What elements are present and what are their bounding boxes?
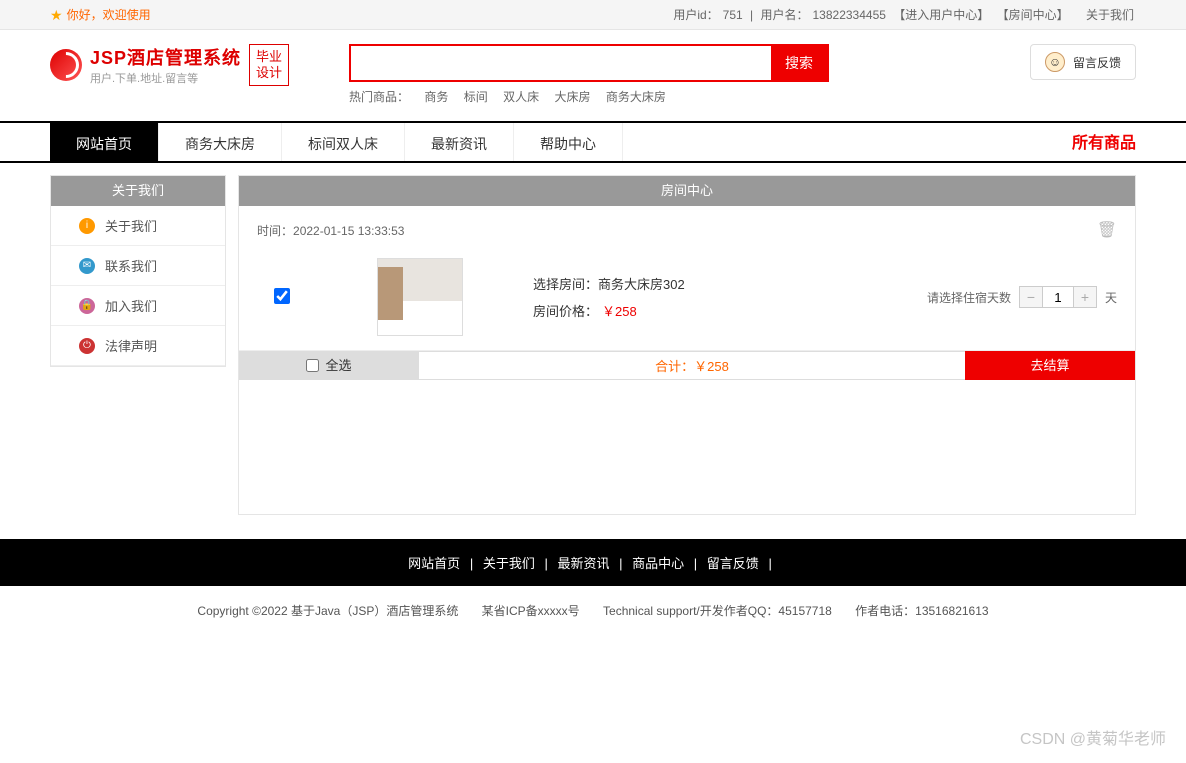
logo-badge: 毕业 设计 xyxy=(249,44,289,85)
greeting: 你好，欢迎使用 xyxy=(67,0,151,30)
sidebar-item-contact[interactable]: ✉ 联系我们 xyxy=(51,246,225,286)
hot-item[interactable]: 标间 xyxy=(464,90,488,104)
info-icon: i xyxy=(79,218,95,234)
room-checkbox[interactable] xyxy=(274,288,290,304)
user-id-label: 用户id： xyxy=(673,8,718,22)
total-row: 全选 合计：￥258 去结算 xyxy=(239,350,1135,380)
star-icon: ★ xyxy=(50,0,63,30)
watermark: CSDN @黄菊华老师 xyxy=(1020,725,1166,749)
logo-text: JSP酒店管理系统 用户.下单.地址.留言等 xyxy=(90,44,241,86)
footer-link[interactable]: 最新资讯 xyxy=(557,556,609,571)
logo-title: JSP酒店管理系统 xyxy=(90,44,241,70)
content-panel: 房间中心 时间：2022-01-15 13:33:53 🗑 选择房间：商务大床房… xyxy=(238,175,1136,515)
nav-news[interactable]: 最新资讯 xyxy=(405,123,514,161)
lock-icon: 🔒 xyxy=(79,298,95,314)
top-bar: ★ 你好，欢迎使用 用户id：751 | 用户名：13822334455 【进入… xyxy=(0,0,1186,30)
username-label: 用户名： xyxy=(760,8,808,22)
feedback-button[interactable]: ☺ 留言反馈 xyxy=(1030,44,1136,80)
room-image xyxy=(377,258,463,336)
time-row: 时间：2022-01-15 13:33:53 🗑 xyxy=(239,206,1135,254)
logo-icon xyxy=(50,49,82,81)
days-label: 请选择住宿天数 xyxy=(927,289,1011,306)
stepper-plus[interactable]: + xyxy=(1074,287,1096,307)
nav-standard-room[interactable]: 标间双人床 xyxy=(282,123,405,161)
footer-nav: 网站首页 | 关于我们 | 最新资讯 | 商品中心 | 留言反馈 | xyxy=(0,539,1186,586)
user-id: 751 xyxy=(723,8,743,22)
footer-link[interactable]: 网站首页 xyxy=(408,556,460,571)
stepper-minus[interactable]: − xyxy=(1020,287,1042,307)
time-text: 时间：2022-01-15 13:33:53 xyxy=(257,222,404,239)
nav-all-products[interactable]: 所有商品 xyxy=(1072,123,1136,161)
search-area: 搜索 热门商品： 商务 标间 双人床 大床房 商务大床房 xyxy=(349,44,829,105)
room-name-row: 选择房间：商务大床房302 xyxy=(533,274,685,293)
trash-icon[interactable]: 🗑 xyxy=(1097,220,1117,240)
hot-label: 热门商品： xyxy=(349,90,409,104)
hot-item[interactable]: 大床房 xyxy=(554,90,590,104)
days-area: 请选择住宿天数 − + 天 xyxy=(927,286,1117,308)
sidebar-item-join[interactable]: 🔒 加入我们 xyxy=(51,286,225,326)
hot-item[interactable]: 商务大床房 xyxy=(606,90,666,104)
headset-icon: ☺ xyxy=(1045,52,1065,72)
hot-item[interactable]: 双人床 xyxy=(503,90,539,104)
header: JSP酒店管理系统 用户.下单.地址.留言等 毕业 设计 搜索 热门商品： 商务… xyxy=(0,30,1186,111)
topbar-left: ★ 你好，欢迎使用 xyxy=(50,0,151,29)
logo-subtitle: 用户.下单.地址.留言等 xyxy=(90,70,241,86)
footer-info: Copyright ©2022 基于Java（JSP）酒店管理系统 某省ICP备… xyxy=(0,586,1186,635)
sidebar: 关于我们 i 关于我们 ✉ 联系我们 🔒 加入我们 ⏻ 法律声明 xyxy=(50,175,226,367)
stepper-input[interactable] xyxy=(1042,287,1074,307)
main-content: 关于我们 i 关于我们 ✉ 联系我们 🔒 加入我们 ⏻ 法律声明 房间中心 时间… xyxy=(0,163,1186,539)
total-sum: 合计：￥258 xyxy=(419,351,965,380)
content-title: 房间中心 xyxy=(239,176,1135,206)
quantity-stepper: − + xyxy=(1019,286,1097,308)
hot-item[interactable]: 商务 xyxy=(424,90,448,104)
room-info: 选择房间：商务大床房302 房间价格：￥258 xyxy=(533,266,685,328)
nav-help[interactable]: 帮助中心 xyxy=(514,123,623,161)
footer-link[interactable]: 留言反馈 xyxy=(707,556,759,571)
nav-home[interactable]: 网站首页 xyxy=(50,123,159,161)
search-box: 搜索 xyxy=(349,44,829,82)
topbar-right: 用户id：751 | 用户名：13822334455 【进入用户中心】 【房间中… xyxy=(671,0,1136,29)
list-icon: ✉ xyxy=(79,258,95,274)
sidebar-title: 关于我们 xyxy=(51,176,225,206)
day-unit: 天 xyxy=(1105,289,1117,306)
room-checkbox-wrap xyxy=(257,288,307,307)
main-nav: 网站首页 商务大床房 标间双人床 最新资讯 帮助中心 所有商品 xyxy=(0,121,1186,163)
footer-link[interactable]: 关于我们 xyxy=(483,556,535,571)
room-row: 选择房间：商务大床房302 房间价格：￥258 请选择住宿天数 − + 天 xyxy=(239,254,1135,350)
hot-keywords: 热门商品： 商务 标间 双人床 大床房 商务大床房 xyxy=(349,88,829,105)
room-center-link[interactable]: 【房间中心】 xyxy=(997,8,1069,22)
nav-business-room[interactable]: 商务大床房 xyxy=(159,123,282,161)
user-center-link[interactable]: 【进入用户中心】 xyxy=(893,8,989,22)
checkout-button[interactable]: 去结算 xyxy=(965,351,1135,380)
logo-area: JSP酒店管理系统 用户.下单.地址.留言等 毕业 设计 xyxy=(50,44,289,86)
room-price-row: 房间价格：￥258 xyxy=(533,301,685,320)
search-button[interactable]: 搜索 xyxy=(771,46,827,80)
sidebar-item-about[interactable]: i 关于我们 xyxy=(51,206,225,246)
power-icon: ⏻ xyxy=(79,338,95,354)
about-link[interactable]: 关于我们 xyxy=(1086,8,1134,22)
username: 13822334455 xyxy=(813,8,886,22)
select-all[interactable]: 全选 xyxy=(239,351,419,380)
select-all-checkbox[interactable] xyxy=(306,359,319,372)
sidebar-item-legal[interactable]: ⏻ 法律声明 xyxy=(51,326,225,366)
search-input[interactable] xyxy=(351,46,771,80)
footer-link[interactable]: 商品中心 xyxy=(632,556,684,571)
